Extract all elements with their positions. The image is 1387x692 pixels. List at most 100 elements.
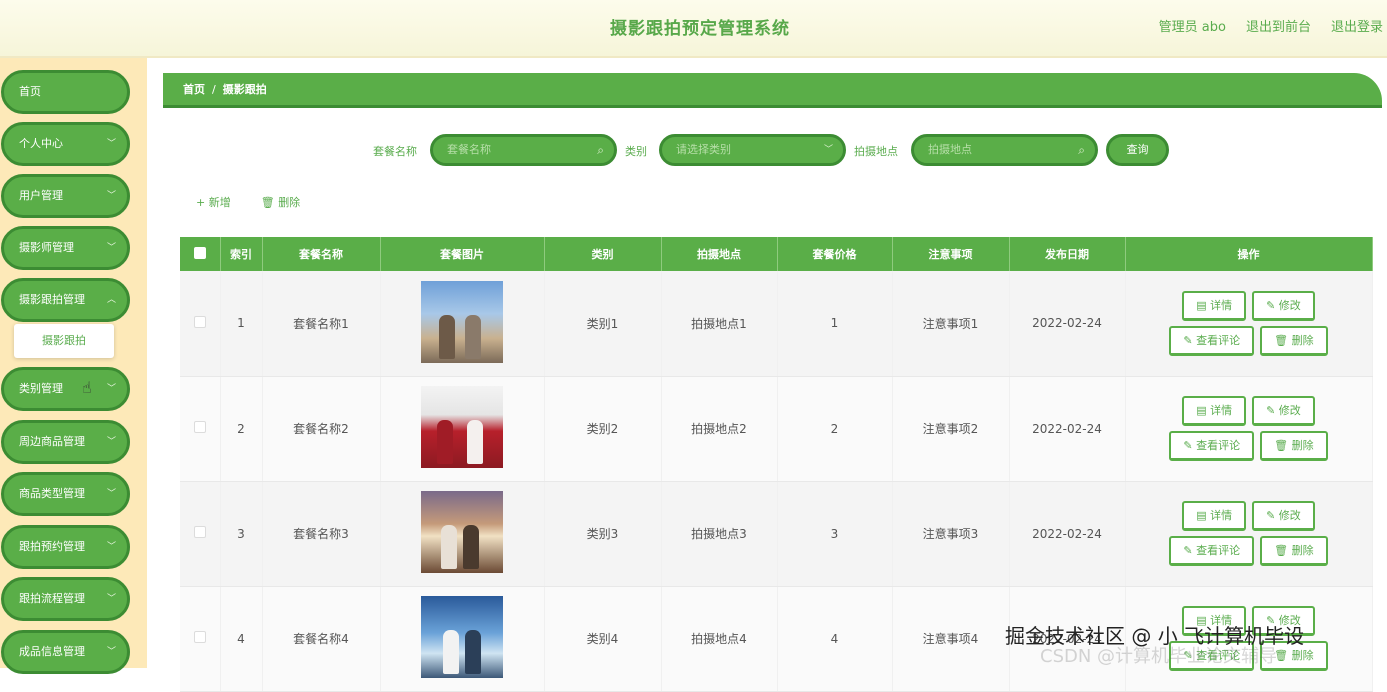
detail-button[interactable]: ▤ 详情	[1182, 290, 1247, 321]
admin-user-link[interactable]: 管理员 abo	[1159, 16, 1226, 35]
row-checkbox[interactable]	[180, 481, 221, 587]
view-reviews-button[interactable]: ✎ 查看评论	[1169, 325, 1255, 356]
cell-location: 拍摄地点1	[661, 271, 778, 377]
cell-name: 套餐名称4	[262, 586, 381, 692]
cell-category: 类别3	[544, 481, 662, 587]
pencil-icon: ✎	[1266, 509, 1279, 522]
cell-date: 2022-02-24	[1009, 481, 1126, 587]
location-input[interactable]: 拍摄地点 ⌕	[911, 134, 1098, 166]
pencil-icon: ✎	[1183, 333, 1197, 347]
cell-index: 3	[220, 481, 263, 587]
sidebar-item-process[interactable]: 跟拍流程管理 ﹀	[1, 577, 130, 621]
cell-name: 套餐名称2	[262, 376, 381, 482]
breadcrumb-home[interactable]: 首页	[183, 83, 205, 96]
category-label: 类别	[625, 145, 647, 158]
chevron-down-icon: ﹀	[106, 243, 116, 253]
table-row: 3 套餐名称3 类别3 拍摄地点3 3 注意事项3 2022-02-24 ▤ 详…	[180, 481, 1373, 587]
package-photo[interactable]	[421, 280, 503, 363]
select-all-checkbox[interactable]	[180, 237, 221, 271]
delete-button[interactable]: 🗑 删除	[1260, 536, 1328, 566]
trash-icon: 🗑	[1274, 544, 1292, 557]
document-icon: ▤	[1196, 509, 1211, 522]
chevron-up-icon: ︿	[106, 295, 116, 305]
sidebar-item-label: 类别管理	[19, 382, 63, 395]
watermark-juejin: 掘金技术社区 @ 小 飞计算机毕设	[1005, 624, 1305, 648]
trash-icon: 🗑	[1274, 439, 1292, 452]
query-button[interactable]: 查询	[1106, 134, 1169, 166]
detail-button[interactable]: ▤ 详情	[1182, 501, 1247, 531]
add-button[interactable]: + 新增	[196, 194, 231, 210]
cell-ops: ▤ 详情 ✎ 修改 ✎ 查看评论 🗑 删除	[1125, 481, 1373, 587]
package-photo[interactable]	[421, 596, 503, 678]
cell-name: 套餐名称1	[262, 271, 381, 377]
category-placeholder: 请选择类别	[676, 143, 731, 156]
sidebar-item-goods[interactable]: 周边商品管理 ﹀	[1, 420, 130, 464]
detail-button[interactable]: ▤ 详情	[1182, 396, 1247, 426]
col-header-notes: 注意事项	[892, 237, 1010, 271]
row-checkbox[interactable]	[180, 271, 221, 377]
chevron-down-icon: ﹀	[106, 191, 116, 201]
sidebar-item-goods-types[interactable]: 商品类型管理 ﹀	[1, 472, 130, 516]
document-icon: ▤	[1196, 298, 1211, 312]
cell-price: 4	[777, 586, 893, 692]
col-header-ops: 操作	[1125, 237, 1373, 271]
cell-price: 3	[777, 481, 893, 587]
pencil-icon: ✎	[1183, 544, 1197, 557]
cell-date: 2022-02-24	[1009, 271, 1126, 377]
edit-button[interactable]: ✎ 修改	[1252, 290, 1315, 321]
package-name-label: 套餐名称	[373, 145, 417, 158]
sidebar-item-label: 商品类型管理	[19, 487, 85, 500]
logout-link[interactable]: 退出登录	[1331, 16, 1383, 35]
pencil-icon: ✎	[1266, 404, 1279, 417]
edit-button[interactable]: ✎ 修改	[1252, 396, 1315, 426]
pencil-icon: ✎	[1266, 298, 1279, 312]
sidebar-item-photographers[interactable]: 摄影师管理 ﹀	[1, 226, 130, 270]
chevron-down-icon: ﹀	[106, 384, 116, 394]
view-reviews-button[interactable]: ✎ 查看评论	[1169, 536, 1255, 566]
cell-category: 类别1	[544, 271, 662, 377]
sidebar-item-home[interactable]: 首页	[1, 70, 130, 114]
toolbar-actions: + 新增 🗑 删除	[196, 194, 300, 210]
sidebar-item-label: 首页	[19, 85, 41, 98]
bulk-delete-label: 删除	[278, 196, 301, 209]
delete-button[interactable]: 🗑 删除	[1260, 431, 1328, 461]
package-photo[interactable]	[421, 491, 503, 573]
sidebar-item-label: 用户管理	[19, 189, 63, 202]
view-reviews-button[interactable]: ✎ 查看评论	[1169, 431, 1255, 461]
breadcrumb-separator: /	[212, 83, 216, 96]
cell-index: 1	[220, 271, 263, 377]
cell-index: 4	[220, 586, 263, 692]
row-checkbox[interactable]	[180, 586, 221, 692]
sidebar-item-label: 摄影跟拍管理	[19, 293, 85, 306]
breadcrumb-current: 摄影跟拍	[222, 83, 267, 96]
package-photo[interactable]	[421, 386, 503, 468]
sidebar-item-products[interactable]: 成品信息管理 ﹀	[1, 630, 130, 674]
category-select[interactable]: 请选择类别 ﹀	[659, 134, 846, 166]
sidebar-item-categories[interactable]: 类别管理 ﹀	[1, 367, 130, 411]
sidebar-subitem-photo-follow[interactable]: 摄影跟拍	[14, 324, 114, 358]
sidebar-item-bookings[interactable]: 跟拍预约管理 ﹀	[1, 525, 130, 569]
edit-button[interactable]: ✎ 修改	[1252, 501, 1315, 531]
search-icon: ⌕	[597, 143, 604, 157]
chevron-down-icon: ﹀	[106, 489, 116, 499]
cell-category: 类别4	[544, 586, 662, 692]
cell-location: 拍摄地点3	[661, 481, 778, 587]
cell-ops: ▤ 详情 ✎ 修改 ✎ 查看评论 🗑 删除	[1125, 271, 1373, 377]
sidebar-item-label: 成品信息管理	[19, 645, 85, 658]
package-name-input[interactable]: 套餐名称 ⌕	[430, 134, 617, 166]
cell-notes: 注意事项1	[892, 271, 1010, 377]
cell-location: 拍摄地点4	[661, 586, 778, 692]
col-header-price: 套餐价格	[777, 237, 893, 271]
sidebar-item-users[interactable]: 用户管理 ﹀	[1, 174, 130, 218]
top-header: 摄影跟拍预定管理系统 管理员 abo 退出到前台 退出登录	[0, 0, 1387, 58]
delete-button[interactable]: 🗑 删除	[1260, 325, 1328, 356]
cell-date: 2022-02-24	[1009, 376, 1126, 482]
bulk-delete-button[interactable]: 🗑 删除	[261, 194, 300, 210]
cell-ops: ▤ 详情 ✎ 修改 ✎ 查看评论 🗑 删除	[1125, 376, 1373, 482]
back-to-front-link[interactable]: 退出到前台	[1246, 16, 1311, 35]
sidebar-item-photo-follow[interactable]: 摄影跟拍管理 ︿	[1, 278, 130, 322]
chevron-down-icon: ﹀	[106, 437, 116, 447]
breadcrumb: 首页 / 摄影跟拍	[163, 73, 1382, 108]
col-header-date: 发布日期	[1009, 237, 1126, 271]
row-checkbox[interactable]	[180, 376, 221, 482]
